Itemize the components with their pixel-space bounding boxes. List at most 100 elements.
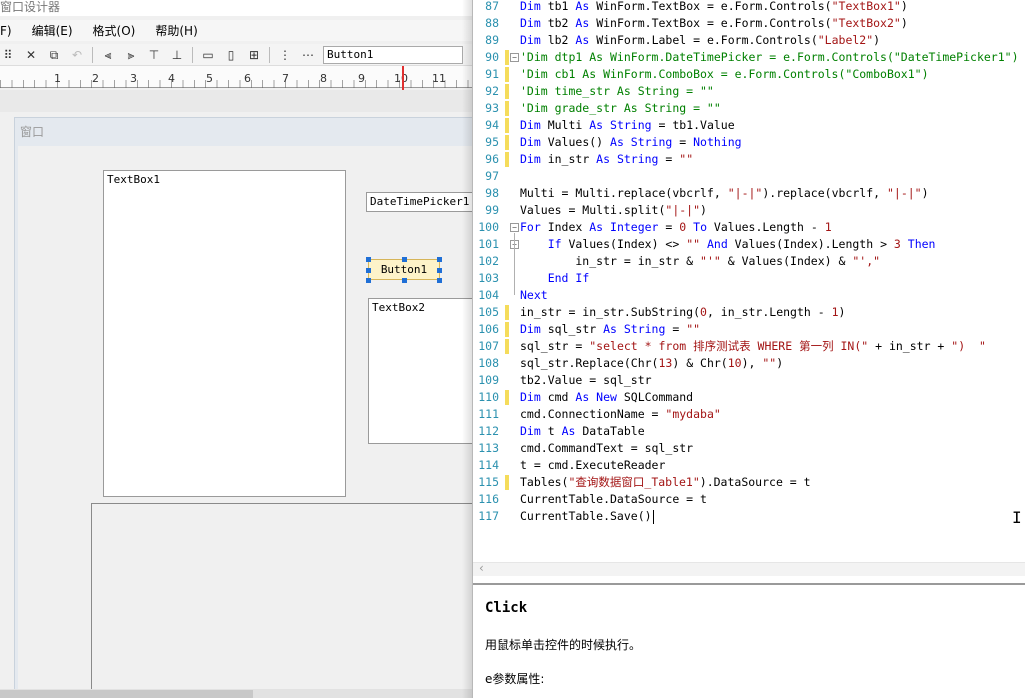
resize-handle[interactable] (402, 257, 407, 262)
menu-edit[interactable]: 编辑(E) (32, 22, 73, 39)
resize-handle[interactable] (366, 278, 371, 283)
code-editor[interactable]: 87 Dim tb1 As WinForm.TextBox = e.Form.Co… (473, 0, 1025, 560)
code-line[interactable]: 104 Next (473, 287, 1025, 304)
code-text: CurrentTable.DataSource = t (520, 492, 707, 506)
code-line[interactable]: 87 Dim tb1 As WinForm.TextBox = e.Form.Co… (473, 0, 1025, 15)
app-root: 窗口设计器 F) 编辑(E) 格式(O) 帮助(H) ⠿ ✕ ⧉ ↶ ⫷ ⫸ ⊤… (0, 0, 1025, 698)
vertical-spacing-icon[interactable]: ⋮ (277, 47, 293, 63)
code-line[interactable]: 114 t = cmd.ExecuteReader (473, 457, 1025, 474)
code-line[interactable]: 92 'Dim time_str As String = "" (473, 83, 1025, 100)
copy-icon[interactable]: ⧉ (46, 47, 62, 63)
text-caret (653, 510, 654, 524)
grid-icon[interactable]: ⠿ (0, 47, 16, 63)
code-line[interactable]: 117 CurrentTable.Save() (473, 508, 1025, 525)
code-text: 'Dim grade_str As String = "" (520, 101, 721, 115)
code-text: 'Dim time_str As String = "" (520, 84, 714, 98)
horizontal-spacing-icon[interactable]: ⋯ (300, 47, 316, 63)
toolbar-separator (269, 46, 270, 63)
code-text: sql_str.Replace(Chr(13) & Chr(10), "") (520, 356, 784, 370)
ruler-number: 8 (320, 72, 327, 85)
editor-horizontal-scrollbar[interactable] (473, 562, 1025, 576)
resize-handle[interactable] (402, 278, 407, 283)
code-line[interactable]: 113 cmd.CommandText = sql_str (473, 440, 1025, 457)
align-top-icon[interactable]: ⊤ (146, 47, 162, 63)
line-number: 107 (478, 339, 499, 353)
fold-toggle-icon[interactable]: − (510, 223, 519, 232)
align-bottom-icon[interactable]: ⊥ (169, 47, 185, 63)
code-line[interactable]: 103 End If (473, 270, 1025, 287)
datetimepicker1-control[interactable]: DateTimePicker1 (366, 192, 472, 212)
event-name: Click (485, 600, 528, 616)
change-marker (505, 322, 509, 337)
menu-help[interactable]: 帮助(H) (155, 22, 197, 39)
code-line[interactable]: 100 − For Index As Integer = 0 To Values.L… (473, 219, 1025, 236)
designer-scroll-thumb[interactable] (0, 690, 253, 698)
line-number: 111 (478, 407, 499, 421)
menu-format[interactable]: 格式(O) (93, 22, 136, 39)
line-number: 103 (478, 271, 499, 285)
code-line[interactable]: 106 Dim sql_str As String = "" (473, 321, 1025, 338)
code-text: Dim lb2 As WinForm.Label = e.Form.Contro… (520, 33, 881, 47)
code-line[interactable]: 111 cmd.ConnectionName = "mydaba" (473, 406, 1025, 423)
ruler-number: 6 (244, 72, 251, 85)
code-line[interactable]: 116 CurrentTable.DataSource = t (473, 491, 1025, 508)
code-line[interactable]: 102 in_str = in_str & "'" & Values(Index… (473, 253, 1025, 270)
menu-bar: F) 编辑(E) 格式(O) 帮助(H) (0, 20, 472, 41)
ruler-number: 2 (92, 72, 99, 85)
code-line[interactable]: 98 Multi = Multi.replace(vbcrlf, "|-|").r… (473, 185, 1025, 202)
code-line[interactable]: 101− If Values(Index) <> "" And Values(I… (473, 236, 1025, 253)
resize-handle[interactable] (437, 268, 442, 273)
undo-icon[interactable]: ↶ (69, 47, 85, 63)
table-panel-control[interactable] (91, 503, 472, 697)
delete-icon[interactable]: ✕ (23, 47, 39, 63)
code-line[interactable]: 105 in_str = in_str.SubString(0, in_str.L… (473, 304, 1025, 321)
event-description: 用鼠标单击控件的时候执行。 (485, 638, 642, 652)
code-line[interactable]: 95 Dim Values() As String = Nothing (473, 134, 1025, 151)
code-text: cmd.ConnectionName = "mydaba" (520, 407, 721, 421)
same-width-icon[interactable]: ▭ (200, 47, 216, 63)
resize-handle[interactable] (437, 257, 442, 262)
line-number: 104 (478, 288, 499, 302)
window-designer: 窗口设计器 F) 编辑(E) 格式(O) 帮助(H) ⠿ ✕ ⧉ ↶ ⫷ ⫸ ⊤… (0, 0, 472, 698)
code-line[interactable]: 88 Dim tb2 As WinForm.TextBox = e.Form.Co… (473, 15, 1025, 32)
same-height-icon[interactable]: ▯ (223, 47, 239, 63)
align-right-icon[interactable]: ⫸ (123, 47, 139, 63)
line-number: 110 (478, 390, 499, 404)
textbox1-control[interactable]: TextBox1 (103, 170, 346, 497)
resize-handle[interactable] (437, 278, 442, 283)
code-line[interactable]: 107 sql_str = "select * from 排序测试表 WHERE … (473, 338, 1025, 355)
align-left-icon[interactable]: ⫷ (100, 47, 116, 63)
code-line[interactable]: 91 'Dim cb1 As WinForm.ComboBox = e.Form.… (473, 66, 1025, 83)
code-line[interactable]: 108 sql_str.Replace(Chr(13) & Chr(10), ""… (473, 355, 1025, 372)
line-number: 116 (478, 492, 499, 506)
ruler-number: 10 (394, 72, 408, 85)
line-number: 100 (478, 220, 499, 234)
control-selector-combo[interactable]: Button1 (323, 45, 463, 64)
code-line[interactable]: 93 'Dim grade_str As String = "" (473, 100, 1025, 117)
change-marker (505, 50, 509, 65)
code-line[interactable]: 115 Tables("查询数据窗口_Table1").DataSource = … (473, 474, 1025, 491)
textbox2-control[interactable]: TextBox2 (368, 298, 472, 444)
fold-toggle-icon[interactable]: − (510, 53, 519, 62)
code-text: CurrentTable.Save() (520, 509, 652, 523)
code-line[interactable]: 99 Values = Multi.split("|-|") (473, 202, 1025, 219)
change-marker (505, 305, 509, 320)
line-number: 91 (485, 67, 499, 81)
button1-control[interactable]: Button1 (368, 259, 440, 280)
code-line[interactable]: 110 Dim cmd As New SQLCommand (473, 389, 1025, 406)
code-line[interactable]: 90 − 'Dim dtp1 As WinForm.DateTimePicker =… (473, 49, 1025, 66)
code-line[interactable]: 109 tb2.Value = sql_str (473, 372, 1025, 389)
code-text: Values = Multi.split("|-|") (520, 203, 707, 217)
resize-handle[interactable] (366, 257, 371, 262)
menu-file[interactable]: F) (0, 24, 12, 38)
code-line[interactable]: 89 Dim lb2 As WinForm.Label = e.Form.Cont… (473, 32, 1025, 49)
scroll-left-arrow-icon[interactable]: ‹ (479, 561, 484, 575)
code-line[interactable]: 94 Dim Multi As String = tb1.Value (473, 117, 1025, 134)
resize-handle[interactable] (366, 268, 371, 273)
code-line[interactable]: 112 Dim t As DataTable (473, 423, 1025, 440)
code-text: Tables("查询数据窗口_Table1").DataSource = t (520, 475, 811, 489)
code-line[interactable]: 96 Dim in_str As String = "" (473, 151, 1025, 168)
line-number: 97 (485, 169, 499, 183)
same-size-icon[interactable]: ⊞ (246, 47, 262, 63)
code-line[interactable]: 97 (473, 168, 1025, 185)
